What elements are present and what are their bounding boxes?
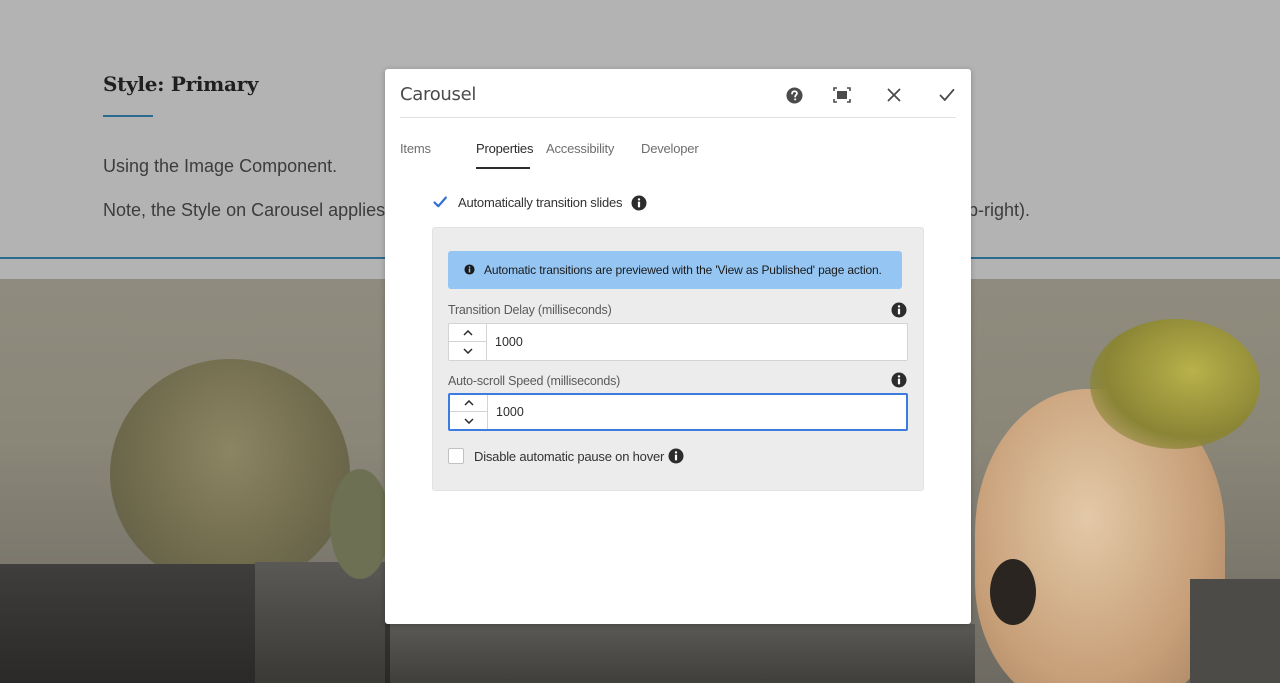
close-icon	[887, 88, 901, 102]
selected-tab-indicator	[476, 167, 530, 169]
info-icon[interactable]	[631, 195, 647, 211]
transition-delay-label: Transition Delay (milliseconds)	[448, 303, 612, 317]
autoscroll-speed-label: Auto-scroll Speed (milliseconds)	[448, 374, 621, 388]
chevron-down-icon	[463, 417, 474, 424]
decrement-button[interactable]	[449, 342, 486, 360]
chevron-up-icon	[462, 329, 473, 336]
info-alert: Automatic transitions are previewed with…	[448, 251, 902, 289]
help-button[interactable]	[782, 83, 806, 107]
carousel-dialog: Carousel Items Properties Accessibility …	[385, 69, 971, 624]
disable-pause-checkbox[interactable]	[448, 448, 464, 464]
auto-transition-label: Automatically transition slides	[458, 195, 623, 210]
done-button[interactable]	[935, 83, 959, 107]
groot-eye-shape	[990, 559, 1036, 625]
tab-accessibility[interactable]: Accessibility	[546, 141, 614, 156]
checkmark-icon	[433, 196, 447, 208]
fullscreen-button[interactable]	[830, 83, 854, 107]
page-heading: Style: Primary	[103, 72, 259, 96]
help-icon	[785, 86, 803, 104]
close-button[interactable]	[882, 83, 906, 107]
cactus-shape	[110, 359, 350, 589]
sprout-shape	[1090, 319, 1260, 449]
page-paragraph-1: Using the Image Component.	[103, 156, 338, 176]
heading-underline	[103, 115, 153, 117]
info-icon[interactable]	[891, 372, 907, 388]
autoplay-settings-panel: Automatic transitions are previewed with…	[432, 227, 924, 491]
auto-transition-checkbox[interactable]	[432, 194, 448, 210]
alert-text: Automatic transitions are previewed with…	[484, 263, 882, 277]
succulent-shape	[330, 469, 390, 579]
alert-info-icon	[464, 264, 475, 275]
tab-items[interactable]: Items	[400, 141, 431, 156]
fullscreen-icon	[833, 87, 851, 103]
info-icon[interactable]	[668, 448, 684, 464]
transition-delay-stepper	[449, 324, 487, 360]
increment-button[interactable]	[449, 324, 486, 342]
decrement-button[interactable]	[450, 412, 487, 429]
bottom-pot-band	[390, 624, 975, 683]
autoscroll-speed-field	[448, 393, 908, 431]
dialog-header: Carousel	[400, 69, 956, 118]
tab-developer[interactable]: Developer	[641, 141, 699, 156]
transition-delay-input[interactable]	[495, 324, 895, 360]
transition-delay-field	[448, 323, 908, 361]
page-paragraph-2: Note, the Style on Carousel applies	[103, 200, 386, 220]
middle-pot-shape	[255, 562, 385, 683]
autoscroll-speed-stepper	[450, 395, 488, 429]
right-pot-shape	[1190, 579, 1280, 683]
page-paragraph-2-tail: p-right).	[968, 200, 1031, 220]
disable-pause-label: Disable automatic pause on hover	[474, 449, 665, 464]
autoscroll-speed-input[interactable]	[496, 395, 896, 429]
chevron-down-icon	[462, 348, 473, 354]
increment-button[interactable]	[450, 395, 487, 412]
tab-properties[interactable]: Properties	[476, 141, 533, 156]
dialog-title: Carousel	[400, 84, 477, 105]
done-check-icon	[939, 88, 955, 101]
chevron-up-icon	[463, 400, 474, 406]
info-icon[interactable]	[891, 302, 907, 318]
